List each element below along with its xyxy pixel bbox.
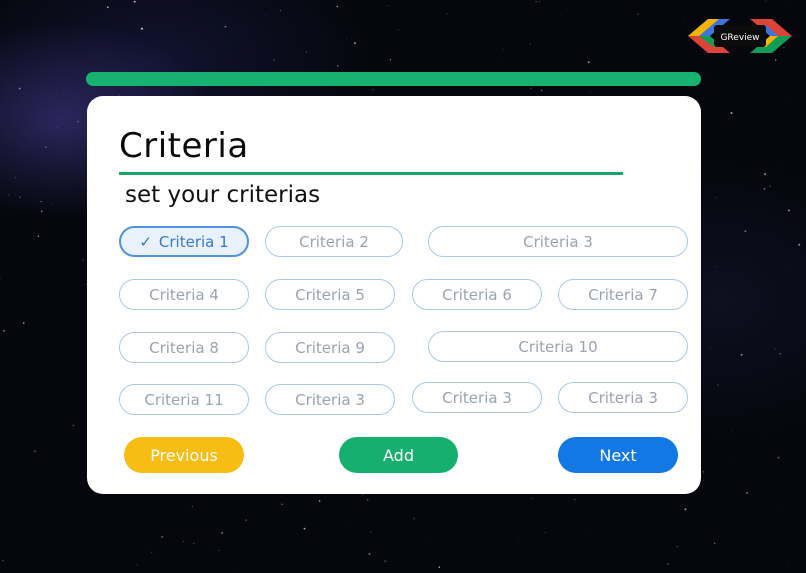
criteria-chip-7[interactable]: Criteria 7 bbox=[558, 279, 688, 310]
chip-label: Criteria 7 bbox=[588, 285, 658, 304]
criteria-chip-10[interactable]: Criteria 10 bbox=[428, 331, 688, 362]
previous-button[interactable]: Previous bbox=[124, 437, 244, 473]
chip-label: Criteria 8 bbox=[149, 338, 219, 357]
greview-logo-text: GReview bbox=[720, 33, 759, 43]
criteria-chip-6[interactable]: Criteria 6 bbox=[412, 279, 542, 310]
title-divider bbox=[119, 172, 623, 175]
criteria-chip-11[interactable]: Criteria 11 bbox=[119, 384, 249, 415]
chip-label: Criteria 4 bbox=[149, 285, 219, 304]
next-button[interactable]: Next bbox=[558, 437, 678, 473]
criteria-chip-12[interactable]: Criteria 3 bbox=[265, 384, 395, 415]
chip-label: Criteria 3 bbox=[523, 232, 593, 251]
criteria-card: Criteria set your criterias ✓ Criteria 1 … bbox=[87, 96, 701, 494]
chip-label: Criteria 6 bbox=[442, 285, 512, 304]
page-title: Criteria bbox=[119, 126, 249, 166]
chip-label: Criteria 3 bbox=[295, 390, 365, 409]
chip-label: Criteria 3 bbox=[442, 388, 512, 407]
criteria-chip-9[interactable]: Criteria 9 bbox=[265, 332, 395, 363]
greview-logo: GReview bbox=[688, 19, 792, 53]
chip-label: Criteria 11 bbox=[144, 390, 224, 409]
criteria-chip-2[interactable]: Criteria 2 bbox=[265, 226, 403, 257]
chip-label: Criteria 2 bbox=[299, 232, 369, 251]
criteria-chip-3[interactable]: Criteria 3 bbox=[428, 226, 688, 257]
chip-label: Criteria 5 bbox=[295, 285, 365, 304]
criteria-chip-14[interactable]: Criteria 3 bbox=[558, 382, 688, 413]
criteria-chip-13[interactable]: Criteria 3 bbox=[412, 382, 542, 413]
criteria-chip-8[interactable]: Criteria 8 bbox=[119, 332, 249, 363]
add-button[interactable]: Add bbox=[339, 437, 458, 473]
checkmark-icon: ✓ bbox=[139, 232, 152, 251]
chip-label: Criteria 1 bbox=[158, 232, 229, 251]
chip-label: Criteria 9 bbox=[295, 338, 365, 357]
chip-label: Criteria 3 bbox=[588, 388, 658, 407]
criteria-chip-1[interactable]: ✓ Criteria 1 bbox=[119, 226, 249, 257]
criteria-chip-4[interactable]: Criteria 4 bbox=[119, 279, 249, 310]
criteria-chip-5[interactable]: Criteria 5 bbox=[265, 279, 395, 310]
progress-bar bbox=[86, 72, 701, 86]
page-subtitle: set your criterias bbox=[125, 182, 321, 208]
chip-label: Criteria 10 bbox=[518, 337, 598, 356]
